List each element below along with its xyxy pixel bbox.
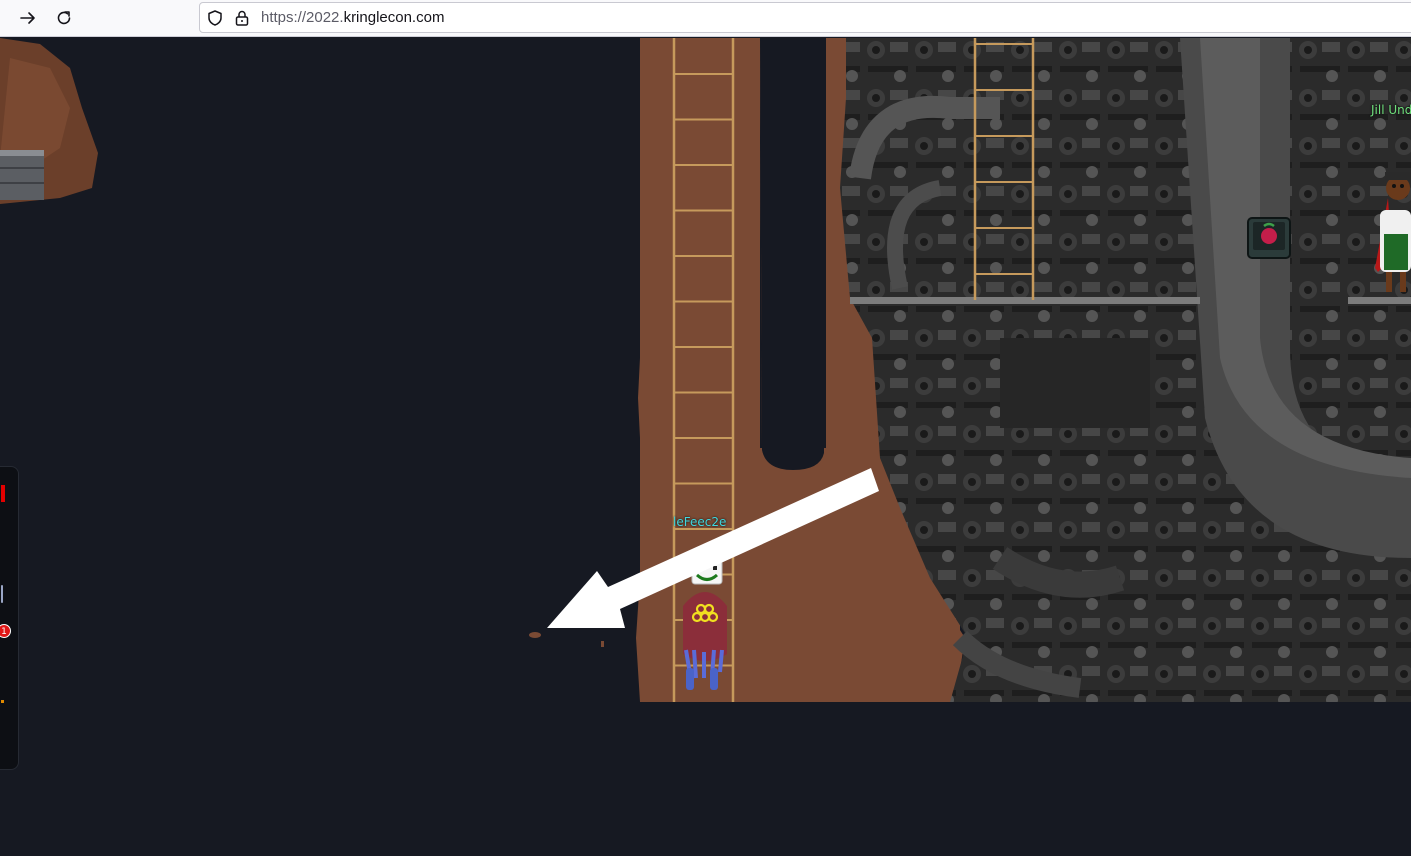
lock-icon[interactable] bbox=[233, 9, 251, 27]
forward-button[interactable] bbox=[14, 4, 42, 32]
arrow-right-icon bbox=[20, 12, 35, 24]
reload-icon bbox=[57, 11, 71, 25]
dirt-speck bbox=[601, 641, 604, 647]
url-text[interactable]: https://2022.kringlecon.com bbox=[261, 9, 444, 26]
document-icon[interactable] bbox=[1, 585, 3, 603]
rock-island bbox=[0, 38, 98, 204]
address-bar[interactable]: https://2022.kringlecon.com bbox=[199, 2, 1411, 33]
raspberry-pi-terminal-icon[interactable] bbox=[1247, 217, 1291, 259]
game-scene bbox=[0, 38, 1411, 702]
hud-orange-icon[interactable] bbox=[1, 700, 4, 703]
player-name-label: leFeec2e bbox=[673, 515, 727, 529]
hud-red-icon[interactable] bbox=[1, 485, 5, 502]
dirt-speck bbox=[529, 632, 541, 638]
game-canvas[interactable]: leFeec2e Jill Und 1 bbox=[0, 38, 1411, 856]
shield-icon[interactable] bbox=[206, 9, 224, 27]
notification-badge[interactable]: 1 bbox=[0, 624, 11, 638]
reload-button[interactable] bbox=[50, 4, 78, 32]
url-domain: kringlecon.com bbox=[343, 9, 445, 26]
url-prefix: https://2022. bbox=[261, 9, 344, 26]
side-menu-panel[interactable]: 1 bbox=[0, 466, 19, 770]
npc-name-label[interactable]: Jill Und bbox=[1371, 103, 1411, 117]
browser-toolbar: https://2022.kringlecon.com bbox=[0, 0, 1411, 37]
